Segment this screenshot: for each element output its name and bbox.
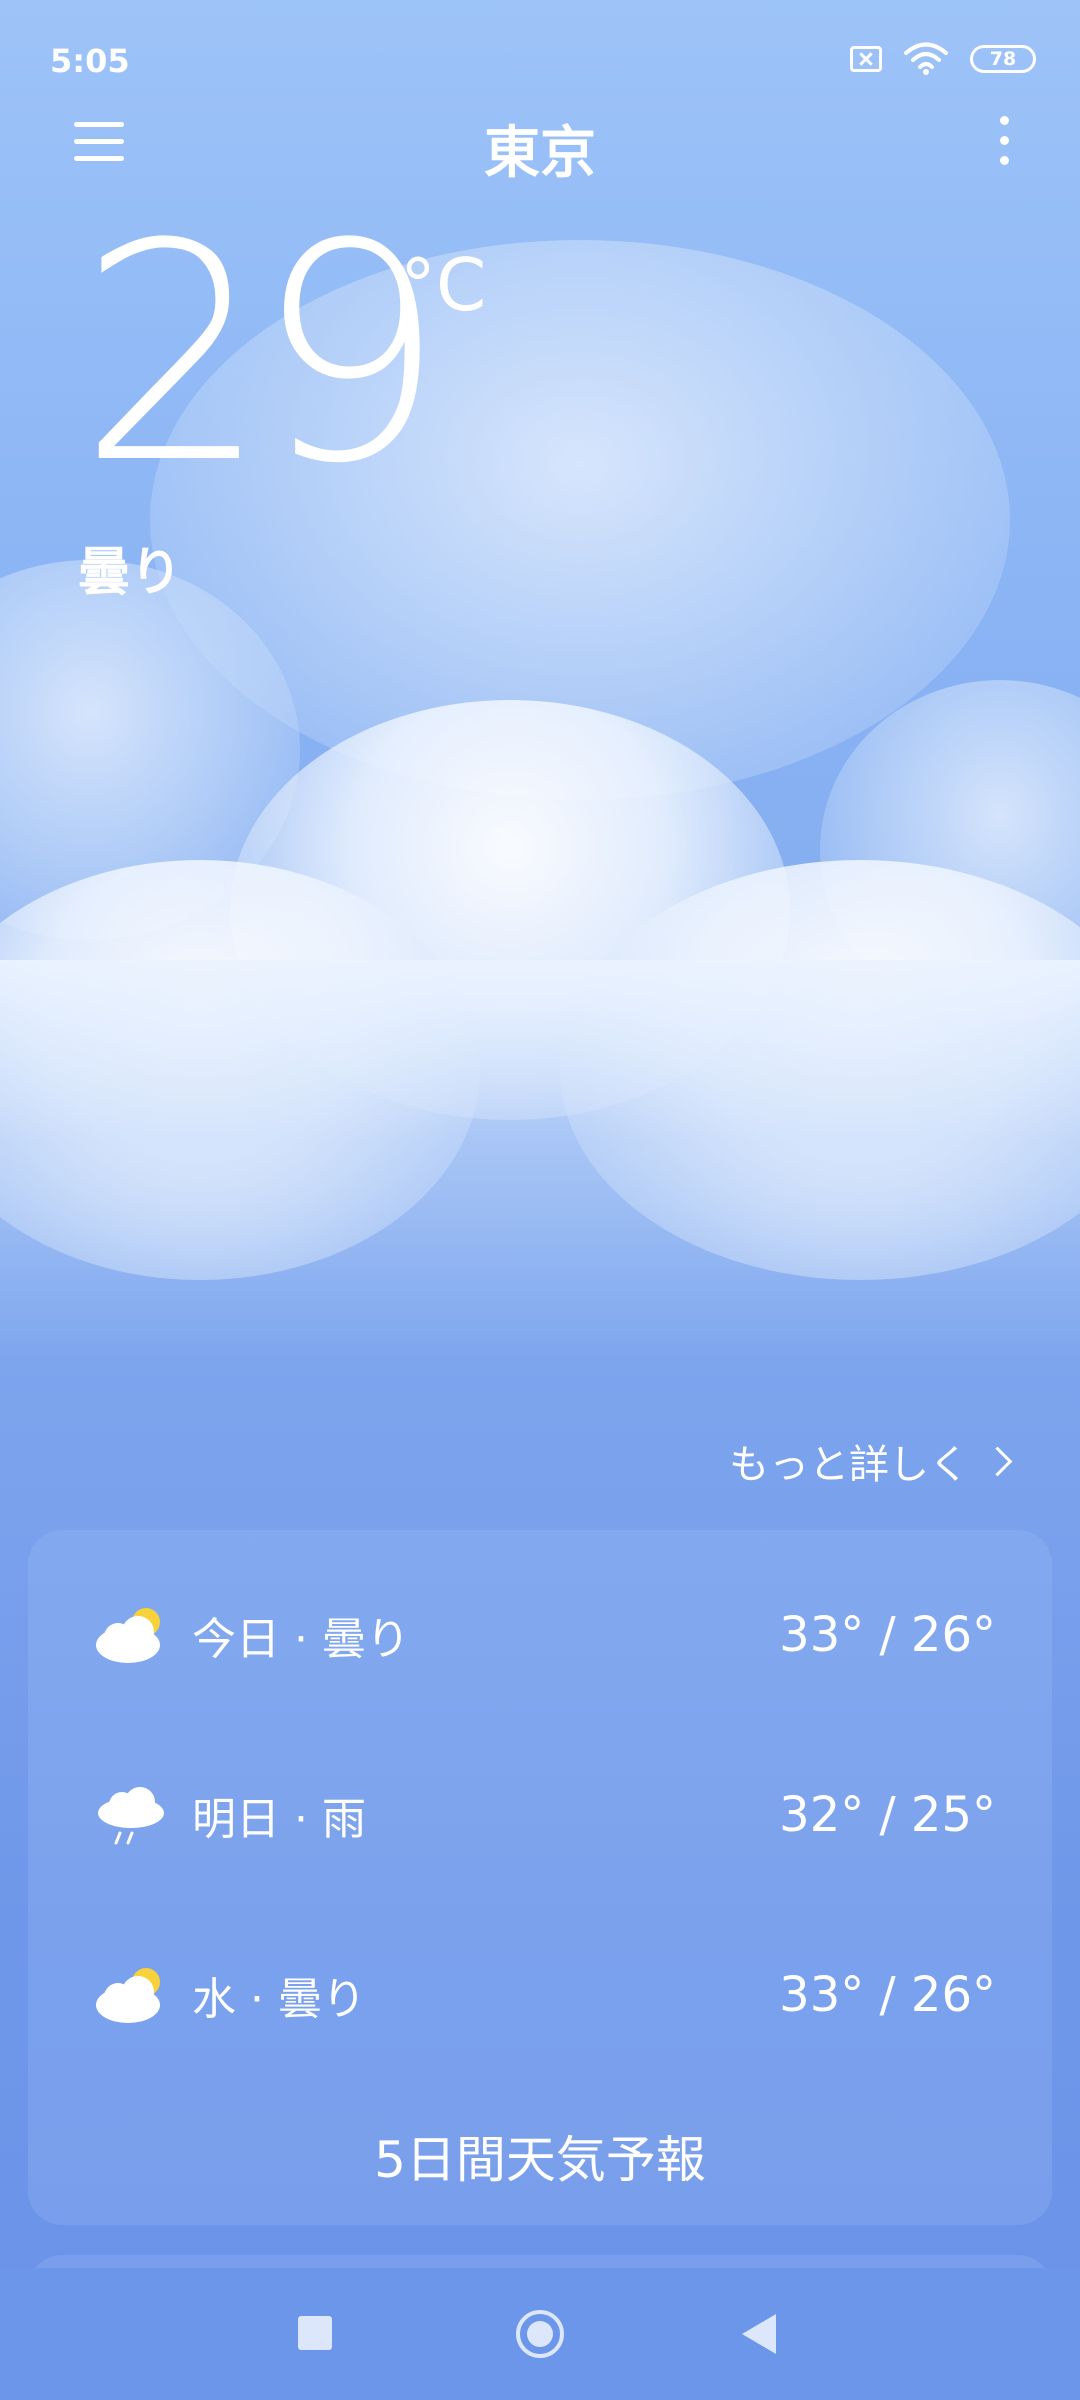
wifi-icon: [904, 42, 948, 75]
forecast-row-today[interactable]: 今日 · 曇り 33° / 26°: [28, 1580, 1052, 1690]
forecast-day-label: 水 · 曇り: [192, 1974, 366, 2025]
home-icon[interactable]: [516, 2310, 564, 2358]
five-day-forecast-button[interactable]: 5日間天気予報: [28, 2120, 1052, 2192]
chevron-right-icon: [982, 1446, 1013, 1476]
temperature-unit: °C: [400, 243, 487, 327]
weather-screen: 5:05 78 東京 29 °C 曇り もっと詳しく 今日 · 曇り 33° /…: [0, 0, 1080, 2400]
partly-cloudy-icon: [96, 1968, 160, 2023]
more-details-link[interactable]: もっと詳しく: [729, 1432, 1013, 1490]
status-time: 5:05: [50, 42, 130, 80]
sim-off-icon: [850, 46, 882, 72]
forecast-card: 今日 · 曇り 33° / 26° 明日 · 雨 32° / 25° 水 · 曇…: [28, 1530, 1052, 2225]
forecast-day-temps: 33° / 26°: [779, 1607, 996, 1663]
more-details-label: もっと詳しく: [729, 1442, 969, 1488]
forecast-day-temps: 32° / 25°: [779, 1787, 996, 1843]
forecast-day-label: 今日 · 曇り: [192, 1614, 410, 1665]
forecast-row-wednesday[interactable]: 水 · 曇り 33° / 26°: [28, 1940, 1052, 2050]
top-bar: 東京: [0, 100, 1080, 190]
current-condition: 曇り: [78, 543, 183, 603]
background-fog: [0, 960, 1080, 1360]
rain-icon: [98, 1787, 164, 1845]
battery-icon: 78: [970, 45, 1036, 73]
partly-cloudy-icon: [96, 1608, 160, 1663]
current-temperature: 29 °C: [78, 180, 486, 529]
recent-apps-icon[interactable]: [298, 2316, 332, 2350]
city-title: 東京: [484, 121, 596, 186]
temperature-value: 29: [78, 180, 446, 529]
more-vert-icon[interactable]: [992, 114, 1016, 170]
forecast-row-tomorrow[interactable]: 明日 · 雨 32° / 25°: [28, 1760, 1052, 1870]
status-icons: 78: [850, 42, 1036, 76]
navigation-bar: [0, 2268, 1080, 2400]
forecast-day-label: 明日 · 雨: [192, 1794, 366, 1845]
forecast-day-temps: 33° / 26°: [779, 1967, 996, 2023]
back-icon[interactable]: [742, 2314, 776, 2354]
status-bar: 5:05 78: [0, 0, 1080, 110]
